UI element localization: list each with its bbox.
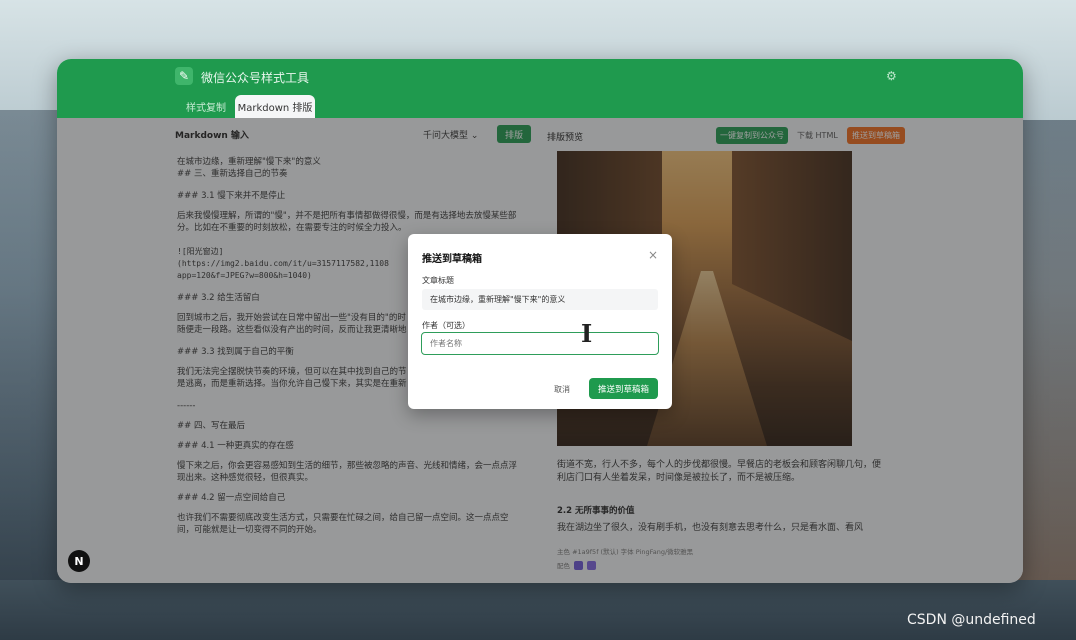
next-logo-icon[interactable]: N (68, 550, 90, 572)
author-input[interactable] (421, 332, 659, 355)
article-title-field[interactable]: 在城市边缘，重新理解"慢下来"的意义 (422, 289, 658, 310)
close-icon[interactable]: × (648, 248, 658, 262)
tab-style-copy[interactable]: 样式复制 (177, 95, 235, 118)
pen-icon: ✎ (175, 67, 193, 85)
watermark: CSDN @undefined (907, 612, 1036, 628)
settings-icon[interactable]: ⚙ (886, 69, 897, 83)
app-header: ✎ 微信公众号样式工具 ⚙ 样式复制 Markdown 排版 (57, 59, 1023, 118)
article-title-label: 文章标题 (422, 276, 454, 285)
app-title: 微信公众号样式工具 (201, 71, 310, 85)
confirm-push-button[interactable]: 推送到草稿箱 (589, 378, 658, 399)
push-draft-dialog: 推送到草稿箱 × 文章标题 在城市边缘，重新理解"慢下来"的意义 作者（可选） … (408, 234, 672, 409)
dialog-title: 推送到草稿箱 (422, 254, 482, 265)
author-label: 作者（可选） (422, 321, 470, 330)
text-cursor-icon: I (581, 319, 593, 348)
cancel-button[interactable]: 取消 (554, 384, 570, 395)
tab-markdown[interactable]: Markdown 排版 (235, 95, 315, 118)
